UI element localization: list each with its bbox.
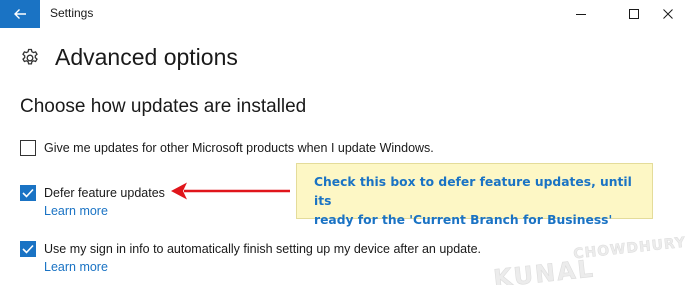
- annotation-arrow: [171, 182, 290, 200]
- callout-line-2: ready for the 'Current Branch for Busine…: [314, 213, 613, 227]
- watermark-word-2: CHOWDHURY: [573, 235, 687, 263]
- defer-feature-updates-checkbox[interactable]: [20, 185, 36, 201]
- sign-in-info-label: Use my sign in info to automatically fin…: [44, 242, 482, 256]
- other-products-label: Give me updates for other Microsoft prod…: [44, 141, 434, 155]
- defer-learn-more-link[interactable]: Learn more: [44, 204, 108, 218]
- gear-icon: [22, 48, 38, 65]
- minimize-icon: [576, 14, 586, 15]
- sign-in-info-checkbox[interactable]: [20, 241, 36, 257]
- watermark-logo: KUNAL CHOWDHURY: [492, 234, 687, 285]
- back-button[interactable]: [0, 0, 40, 28]
- window-title: Settings: [50, 6, 94, 20]
- minimize-button[interactable]: [559, 0, 603, 28]
- other-products-checkbox[interactable]: [20, 140, 36, 156]
- annotation-callout: Check this box to defer feature updates,…: [296, 163, 653, 227]
- close-icon: [663, 9, 673, 19]
- page-title: Advanced options: [55, 44, 238, 70]
- title-bar: Settings: [0, 0, 690, 28]
- back-arrow-icon: [14, 9, 26, 19]
- callout-line-1: Check this box to defer feature updates,…: [314, 175, 632, 208]
- maximize-icon: [629, 9, 639, 19]
- checkmark-icon: [22, 244, 34, 254]
- checkmark-icon: [22, 188, 34, 198]
- close-button[interactable]: [646, 0, 690, 28]
- sign-in-learn-more-link[interactable]: Learn more: [44, 260, 108, 274]
- section-title: Choose how updates are installed: [20, 96, 307, 117]
- defer-feature-updates-label: Defer feature updates: [44, 186, 165, 200]
